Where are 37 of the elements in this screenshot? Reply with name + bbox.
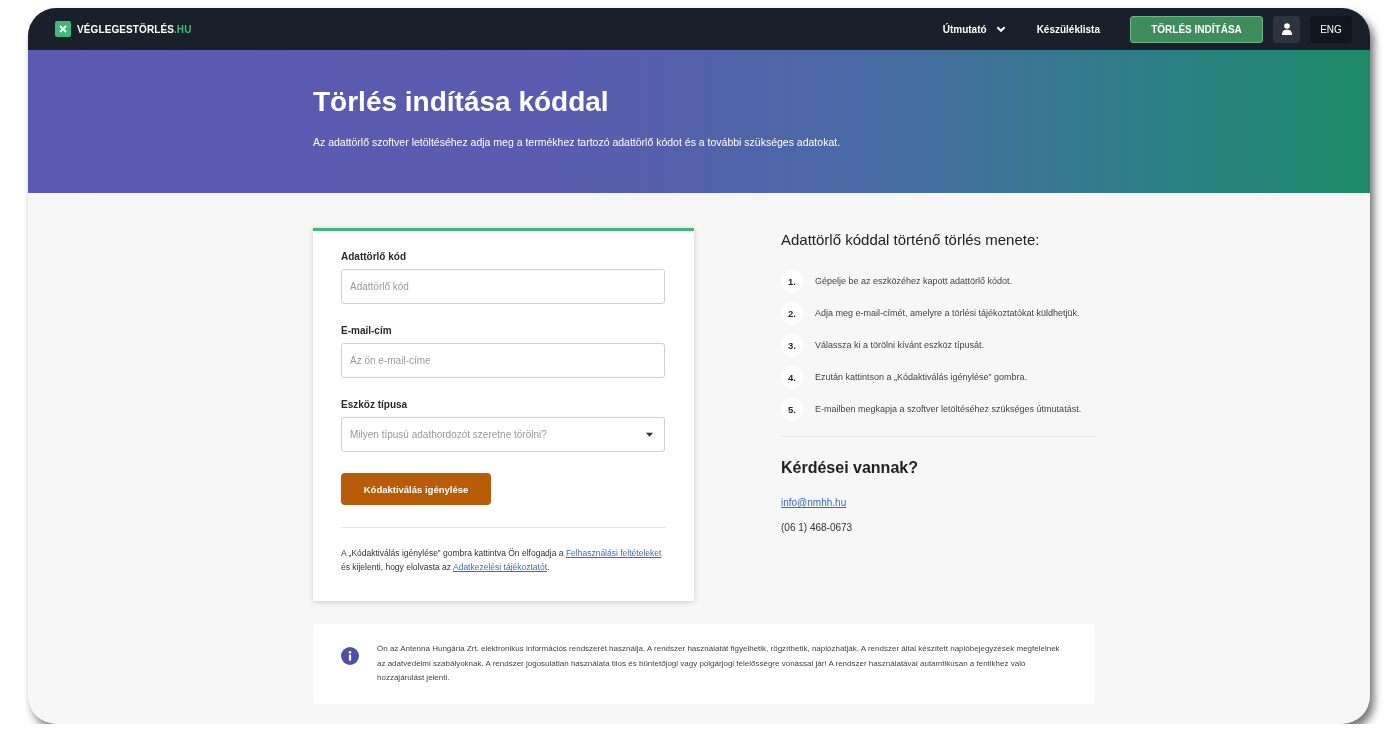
field-label: Eszköz típusa [341,399,409,410]
field-label: E-mail-cím [341,325,393,336]
request-activation-button[interactable]: Kódaktiválás igénylése [341,473,491,505]
consent-text: A „Kódaktiválás igénylése” gombra kattintva Ön elfogadja a Felhasználási feltételeket és kijelenti, hogy elolvasta az Adatkezelési tájékoztatót. [341,547,663,575]
info-icon [341,646,359,665]
language-button[interactable]: ENG [1310,15,1352,43]
step-text: Gépelje be az eszközéhez kapott adattörlő kódot. [815,274,1014,288]
step-text: Ezután kattintson a „Kódaktiválás igénylése” gombra. [815,370,1029,384]
caret-icon [645,430,654,439]
step-number: 2. [781,302,803,324]
phone-number: (06 1) 468-0673 [781,522,854,533]
close-icon[interactable] [55,21,71,37]
input-field[interactable]: Az ön e-mail-címe [341,343,665,378]
start-deletion-button[interactable]: TÖRLÉS INDÍTÁSA [1130,15,1263,43]
device-type-dropdown[interactable]: Milyen típusú adathordozót szeretne törölni? [341,417,665,452]
step-number: 3. [781,334,803,356]
account-button[interactable] [1273,15,1300,43]
step-number: 5. [781,398,803,420]
email-link[interactable]: info@nmhh.hu [781,497,847,508]
terms-link[interactable]: Adatkezelési tájékoztatót [453,562,547,573]
field-label: Adattörlő kód [341,251,407,262]
user-icon [1281,23,1292,35]
step-text: Adja meg e-mail-címét, amelyre a törlési tájékoztatókat küldhetjük. [815,306,1081,320]
input-field[interactable]: Adattörlő kód [341,269,665,304]
step-number: 4. [781,366,803,388]
step-text: Válassza ki a törölni kívánt eszköz típusát. [815,338,986,352]
terms-link[interactable]: Felhasználási feltételeket [565,548,662,558]
notice-text: Ön az Antenna Hungária Zrt. elektronikus információs rendszerét használja. A rendszer használatát figyelhetik, rögzíthetik, naplózhatják. A rendszer által készített naplóbejegyzések megfelelnek az adatvédelmi szabályoknak. A rendszer jogosulatlan használata tilos és büntetőjogi vagy polgárjogi felelősségre vonással jár! A rendszer használatával autamtikusan a fentikhez való hozzájárulást jelenti. [377,642,1061,685]
page-title: Törlés indítása kóddal [313,86,610,118]
page-subtitle: Az adattörlő szoftver letöltéséhez adja meg a termékhez tartozó adattörlő kódot és a további szükséges adatokat. [313,136,842,148]
guide-menu[interactable]: Útmutató [942,23,1007,35]
section-heading: Kérdései vannak? [781,459,919,477]
step-text: E-mailben megkapja a szoftver letöltéséhez szükséges útmutatást. [815,402,1083,416]
step-number: 1. [781,270,803,292]
section-heading: Adattörlő kóddal történő törlés menete: [781,231,1041,248]
nav-link[interactable]: Készüléklista [1036,23,1100,35]
logo-text[interactable]: VÉGLEGESTÖRLÉS.HU [77,23,192,35]
